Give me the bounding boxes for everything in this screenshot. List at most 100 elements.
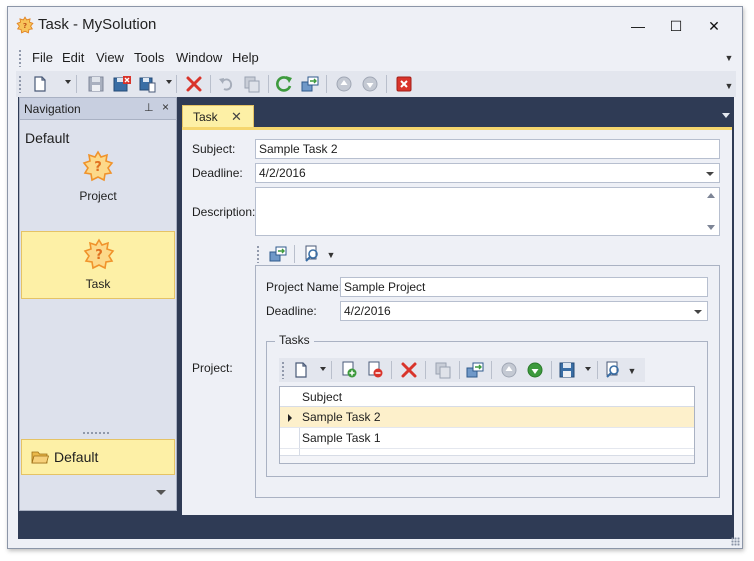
project-detail-panel: Project Name: Sample Project Deadline: 4…	[255, 265, 720, 498]
previous-icon[interactable]	[499, 360, 519, 380]
new-dropdown-icon[interactable]	[320, 367, 326, 371]
lookup-toolbar-overflow-icon[interactable]: ▼	[326, 250, 336, 260]
close-view-icon[interactable]	[394, 74, 414, 94]
delete-icon[interactable]	[184, 74, 204, 94]
chevron-down-icon[interactable]	[694, 310, 702, 314]
unlink-remove-icon[interactable]	[365, 360, 385, 380]
svg-text:?: ?	[23, 21, 27, 30]
toolbar-separator	[326, 75, 327, 93]
link-add-icon[interactable]	[339, 360, 359, 380]
description-label: Description:	[192, 205, 256, 219]
navigation-header[interactable]: Navigation ⊥ ×	[20, 98, 176, 120]
window-title: Task - MySolution	[38, 16, 157, 33]
link-icon[interactable]	[268, 244, 288, 264]
toolbar-separator	[597, 361, 598, 379]
save-and-close-icon[interactable]	[112, 74, 132, 94]
save-icon[interactable]	[557, 360, 577, 380]
delete-icon[interactable]	[399, 360, 419, 380]
search-icon[interactable]	[302, 244, 322, 264]
task-detail-view: Subject: Sample Task 2 Deadline: 4/2/201…	[182, 127, 732, 515]
save-dropdown-icon[interactable]	[585, 367, 591, 371]
minimize-button[interactable]: —	[623, 15, 653, 37]
lookup-toolbar-grip[interactable]	[256, 245, 260, 263]
scroll-up-icon[interactable]	[707, 193, 715, 198]
pin-icon[interactable]: ⊥	[144, 101, 154, 114]
subject-input[interactable]: Sample Task 2	[255, 139, 720, 159]
link-icon[interactable]	[300, 74, 320, 94]
search-icon[interactable]	[603, 360, 623, 380]
navigation-item-task[interactable]: ? Task	[21, 231, 175, 299]
tasks-groupbox: Tasks ▼ Subject Sample Task 2 Sample Tas…	[266, 333, 708, 477]
project-name-input[interactable]: Sample Project	[340, 277, 708, 297]
navigation-overflow-icon[interactable]	[156, 490, 166, 495]
next-icon[interactable]	[360, 74, 380, 94]
tab-task[interactable]: Task ✕	[182, 105, 254, 127]
project-deadline-input[interactable]: 4/2/2016	[340, 301, 708, 321]
navigation-group-button[interactable]: Default	[21, 439, 175, 475]
toolbar-separator	[551, 361, 552, 379]
toolbar-grip[interactable]	[18, 75, 22, 93]
tab-label: Task	[193, 110, 218, 124]
tab-close-icon[interactable]: ✕	[231, 109, 242, 125]
close-window-button[interactable]: ✕	[699, 15, 729, 37]
clone-icon[interactable]	[433, 360, 453, 380]
chevron-down-icon[interactable]	[706, 172, 714, 176]
toolbar-separator	[425, 361, 426, 379]
table-row[interactable]: Sample Task 2	[280, 407, 694, 428]
navigation-close-icon[interactable]: ×	[162, 100, 169, 114]
navigation-item-project[interactable]: ? Project	[21, 144, 175, 210]
toolbar-separator	[491, 361, 492, 379]
table-cell-subject[interactable]: Sample Task 1	[302, 431, 381, 445]
new-icon[interactable]	[30, 74, 50, 94]
document-menu-icon[interactable]	[722, 113, 730, 118]
link-icon[interactable]	[465, 360, 485, 380]
tasks-toolbar-overflow-icon[interactable]: ▼	[627, 366, 637, 376]
navigation-splitter[interactable]	[82, 431, 110, 436]
new-dropdown-icon[interactable]	[65, 80, 71, 84]
navigation-title: Navigation	[24, 102, 81, 116]
menu-edit[interactable]: Edit	[62, 50, 84, 65]
resize-grip[interactable]	[731, 537, 740, 546]
save-icon[interactable]	[86, 74, 106, 94]
save-dropdown-icon[interactable]	[166, 80, 172, 84]
app-gear-icon: ?	[16, 16, 34, 34]
title-bar[interactable]: ? Task - MySolution — ☐ ✕	[8, 7, 742, 45]
toolbar-separator	[386, 75, 387, 93]
refresh-icon[interactable]	[274, 74, 294, 94]
menu-tools[interactable]: Tools	[134, 50, 164, 65]
menubar-overflow-icon[interactable]: ▼	[724, 53, 734, 63]
table-row[interactable]: Sample Task 1	[280, 428, 694, 449]
project-deadline-value: 4/2/2016	[344, 304, 391, 318]
document-tab-strip: Task ✕	[182, 105, 734, 127]
toolbar-separator	[294, 245, 295, 263]
deadline-date-input[interactable]: 4/2/2016	[255, 163, 720, 183]
folder-icon	[31, 451, 49, 464]
menubar-grip[interactable]	[18, 49, 22, 67]
new-icon[interactable]	[291, 360, 311, 380]
menu-window[interactable]: Window	[176, 50, 222, 65]
undo-icon[interactable]	[216, 74, 236, 94]
toolbar-overflow-icon[interactable]: ▼	[724, 81, 734, 91]
next-icon[interactable]	[525, 360, 545, 380]
description-input[interactable]	[255, 187, 720, 236]
scroll-down-icon[interactable]	[707, 225, 715, 230]
menu-help[interactable]: Help	[232, 50, 259, 65]
clone-icon[interactable]	[242, 74, 262, 94]
menu-bar: File Edit View Tools Window Help ▼	[16, 45, 736, 71]
subject-label: Subject:	[192, 142, 236, 156]
save-and-new-icon[interactable]	[138, 74, 158, 94]
column-header-subject[interactable]: Subject	[302, 390, 342, 404]
menu-view[interactable]: View	[96, 50, 124, 65]
toolbar-separator	[176, 75, 177, 93]
tasks-toolbar: ▼	[279, 358, 645, 382]
tasks-toolbar-grip[interactable]	[281, 361, 285, 379]
navigation-panel: Navigation ⊥ × Default ? Project ? Task	[19, 97, 177, 511]
menu-file[interactable]: File	[32, 50, 53, 65]
previous-icon[interactable]	[334, 74, 354, 94]
status-bar	[8, 537, 742, 548]
table-cell-subject[interactable]: Sample Task 2	[302, 410, 381, 424]
maximize-button[interactable]: ☐	[661, 15, 691, 37]
toolbar-separator	[391, 361, 392, 379]
svg-text:?: ?	[95, 248, 103, 263]
toolbar-separator	[268, 75, 269, 93]
